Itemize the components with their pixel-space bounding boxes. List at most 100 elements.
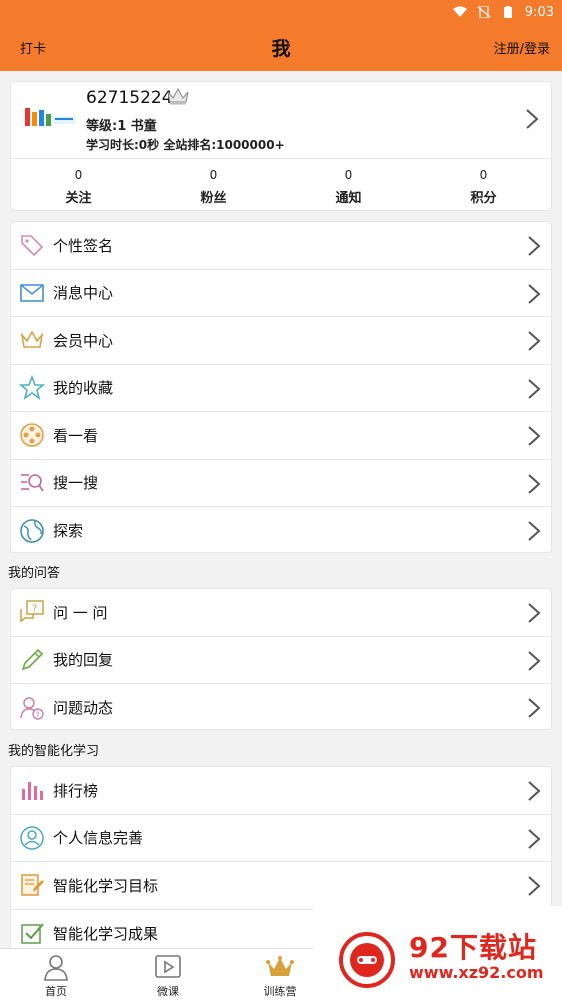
menu-label: 智能化学习目标 [53, 876, 159, 895]
menu-item-explore[interactable]: 探索 [11, 507, 551, 555]
tab-label: 首页 [45, 985, 67, 998]
watermark-logo [339, 932, 395, 988]
menu-label: 我的回复 [53, 651, 114, 670]
star-icon [19, 374, 45, 400]
stat-label: 关注 [65, 191, 92, 206]
stat-value: 0 [479, 168, 488, 182]
crown-icon [266, 956, 294, 976]
menu-item-question-feed[interactable]: ? 问题动态 [11, 684, 551, 732]
svg-text:?: ? [32, 604, 37, 615]
watermark-name: 92下载站 [409, 931, 537, 964]
app-bar: 打卡 我 注册/登录 [0, 24, 562, 71]
menu-label: 个性签名 [53, 236, 114, 255]
edit-note-icon [21, 874, 44, 896]
status-bar: 9:03 [0, 0, 562, 24]
mail-icon [20, 283, 44, 302]
menu-item-favorites[interactable]: 我的收藏 [11, 365, 551, 412]
chevron-right-icon [528, 828, 541, 849]
person-icon [44, 955, 68, 981]
menu-group-qa: ? 问 一 问 我的回复 ? 问题动态 [10, 588, 552, 730]
watermark-url: www.xz92.com [409, 963, 544, 982]
chevron-right-icon [528, 521, 541, 541]
bar-chart-icon [22, 782, 43, 801]
chevron-right-icon [528, 603, 541, 623]
menu-label: 问 一 问 [53, 603, 108, 622]
check-box-icon [21, 923, 44, 944]
section-title-learning: 我的智能化学习 [8, 744, 100, 759]
no-sim-icon [477, 6, 491, 18]
stat-label: 通知 [335, 191, 362, 206]
menu-label: 个人信息完善 [53, 829, 144, 848]
crown-icon [167, 87, 189, 105]
menu-item-watch[interactable]: 看一看 [11, 412, 551, 460]
menu-label: 会员中心 [53, 331, 114, 350]
register-login-button[interactable]: 注册/登录 [494, 38, 550, 57]
menu-item-messages[interactable]: 消息中心 [11, 270, 551, 317]
tab-micro-lessons[interactable]: 微课 [112, 949, 224, 1000]
question-bubble-icon: ? [20, 600, 44, 623]
wifi-icon [452, 6, 467, 17]
menu-label: 智能化学习成果 [53, 924, 159, 943]
stat-value: 0 [74, 168, 83, 182]
menu-label: 消息中心 [53, 284, 114, 303]
menu-label: 搜一搜 [53, 474, 99, 493]
menu-item-ask[interactable]: ? 问 一 问 [11, 589, 551, 637]
section-title-qa: 我的问答 [8, 566, 61, 581]
menu-item-my-replies[interactable]: 我的回复 [11, 637, 551, 684]
globe-icon [20, 518, 44, 543]
film-reel-icon [20, 423, 44, 448]
chevron-right-icon [526, 109, 539, 129]
user-circle-icon [20, 826, 44, 850]
stat-value: 0 [209, 168, 218, 182]
profile-card[interactable]: 62715224 等级:1 书童 学习时长:0秒 全站排名:1000000+ 0… [10, 81, 552, 211]
menu-label: 探索 [53, 522, 84, 541]
study-stats: 学习时长:0秒 全站排名:1000000+ [86, 138, 285, 152]
app-logo [25, 108, 75, 126]
chevron-right-icon [528, 378, 541, 399]
chevron-right-icon [528, 473, 541, 494]
battery-icon [503, 6, 512, 18]
chevron-right-icon [528, 781, 541, 801]
stat-notices[interactable]: 0 通知 [281, 168, 416, 206]
user-level: 等级:1 书童 [86, 119, 157, 134]
menu-item-ranking[interactable]: 排行榜 [11, 767, 551, 815]
play-icon [155, 955, 181, 978]
chevron-right-icon [528, 283, 541, 304]
menu-item-profile-info[interactable]: 个人信息完善 [11, 815, 551, 862]
chevron-right-icon [528, 236, 541, 256]
chevron-right-icon [528, 426, 541, 446]
menu-label: 我的收藏 [53, 379, 114, 398]
page-title: 我 [271, 38, 291, 60]
divider [11, 158, 551, 159]
stats-row: 0 关注 0 粉丝 0 通知 0 积分 [11, 168, 551, 206]
chevron-right-icon [528, 331, 541, 351]
status-time: 9:03 [524, 4, 554, 20]
chevron-right-icon [528, 698, 541, 718]
menu-item-search[interactable]: 搜一搜 [11, 460, 551, 507]
crown-icon [20, 330, 44, 349]
stat-fans[interactable]: 0 粉丝 [146, 168, 281, 206]
stat-points[interactable]: 0 积分 [416, 168, 551, 206]
stat-value: 0 [344, 168, 353, 182]
chevron-right-icon [528, 876, 541, 896]
menu-label: 看一看 [53, 426, 99, 445]
tag-icon [21, 235, 44, 257]
stat-label: 粉丝 [200, 191, 227, 206]
menu-item-signature[interactable]: 个性签名 [11, 222, 551, 270]
stat-follow[interactable]: 0 关注 [11, 168, 146, 206]
pencil-icon [21, 648, 44, 671]
menu-label: 问题动态 [53, 699, 114, 718]
menu-item-membership[interactable]: 会员中心 [11, 317, 551, 365]
watermark: 92下载站 www.xz92.com [313, 906, 562, 1000]
stat-label: 积分 [470, 191, 497, 206]
tab-home[interactable]: 首页 [0, 949, 112, 1000]
menu-label: 排行榜 [53, 781, 99, 800]
user-question-icon: ? [20, 697, 44, 720]
user-id: 62715224 [86, 88, 173, 108]
search-list-icon [21, 473, 44, 492]
menu-group-main: 个性签名 消息中心 会员中心 我的收藏 看一看 搜一搜 探索 [10, 221, 552, 553]
svg-text:?: ? [36, 710, 40, 719]
chevron-right-icon [528, 650, 541, 671]
tab-label: 微课 [157, 985, 179, 998]
menu-item-learning-goal[interactable]: 智能化学习目标 [11, 862, 551, 910]
